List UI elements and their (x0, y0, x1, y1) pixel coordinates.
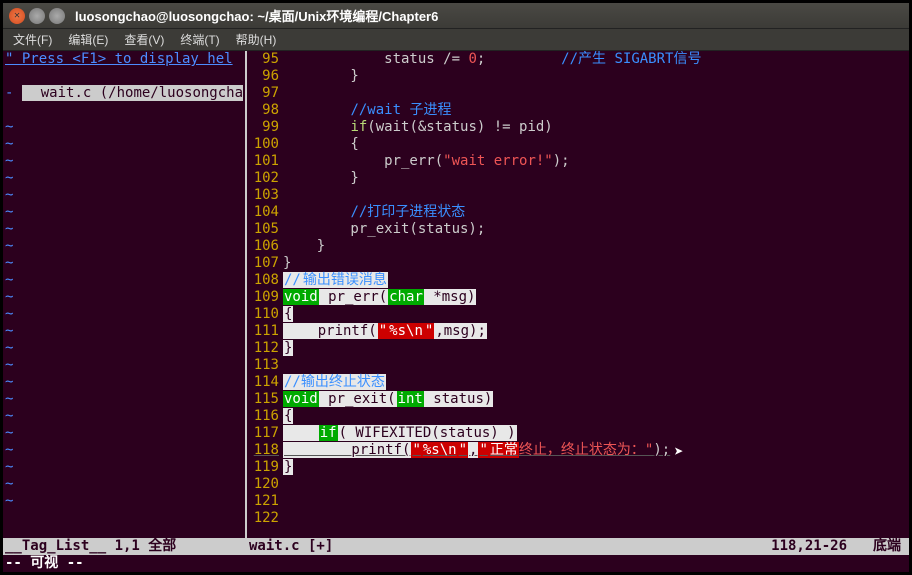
help-hint: " Press <F1> to display hel (5, 51, 233, 67)
close-icon[interactable]: ✕ (9, 8, 25, 24)
menu-terminal[interactable]: 终端(T) (174, 29, 225, 50)
taglist-file[interactable]: wait.c (/home/luosongchao/> (22, 85, 243, 101)
menu-file[interactable]: 文件(F) (7, 29, 58, 50)
window-titlebar: ✕ luosongchao@luosongchao: ~/桌面/Unix环境编程… (3, 3, 909, 29)
maximize-icon[interactable] (49, 8, 65, 24)
taglist-pane[interactable]: " Press <F1> to display hel - wait.c (/h… (3, 51, 245, 572)
status-filename: wait.c [+] (245, 538, 333, 555)
window-buttons: ✕ (9, 8, 65, 24)
menu-help[interactable]: 帮助(H) (230, 29, 283, 50)
vim-mode: -- 可视 -- (5, 555, 84, 571)
mouse-cursor-icon: ➤ (674, 442, 684, 461)
cursor-line: 118 printf("%s\n","正常终止，终止状态为："); (247, 442, 909, 459)
window-title: luosongchao@luosongchao: ~/桌面/Unix环境编程/C… (75, 6, 438, 25)
status-left: __Tag_List__ 1,1 全部 (5, 538, 245, 555)
menubar: 文件(F) 编辑(E) 查看(V) 终端(T) 帮助(H) (3, 29, 909, 51)
status-position: 118,21-26 (771, 538, 847, 555)
status-location: 底端 (847, 538, 907, 555)
terminal-area: " Press <F1> to display hel - wait.c (/h… (3, 51, 909, 572)
menu-view[interactable]: 查看(V) (118, 29, 170, 50)
status-bar: __Tag_List__ 1,1 全部 wait.c [+] 118,21-26… (3, 538, 909, 555)
mode-line: -- 可视 -- (3, 555, 909, 572)
minimize-icon[interactable] (29, 8, 45, 24)
code-editor[interactable]: 95 status /= 0; //产生 SIGABRT信号 96 } 97 9… (247, 51, 909, 572)
menu-edit[interactable]: 编辑(E) (62, 29, 114, 50)
tilde-icon: - (5, 85, 13, 101)
